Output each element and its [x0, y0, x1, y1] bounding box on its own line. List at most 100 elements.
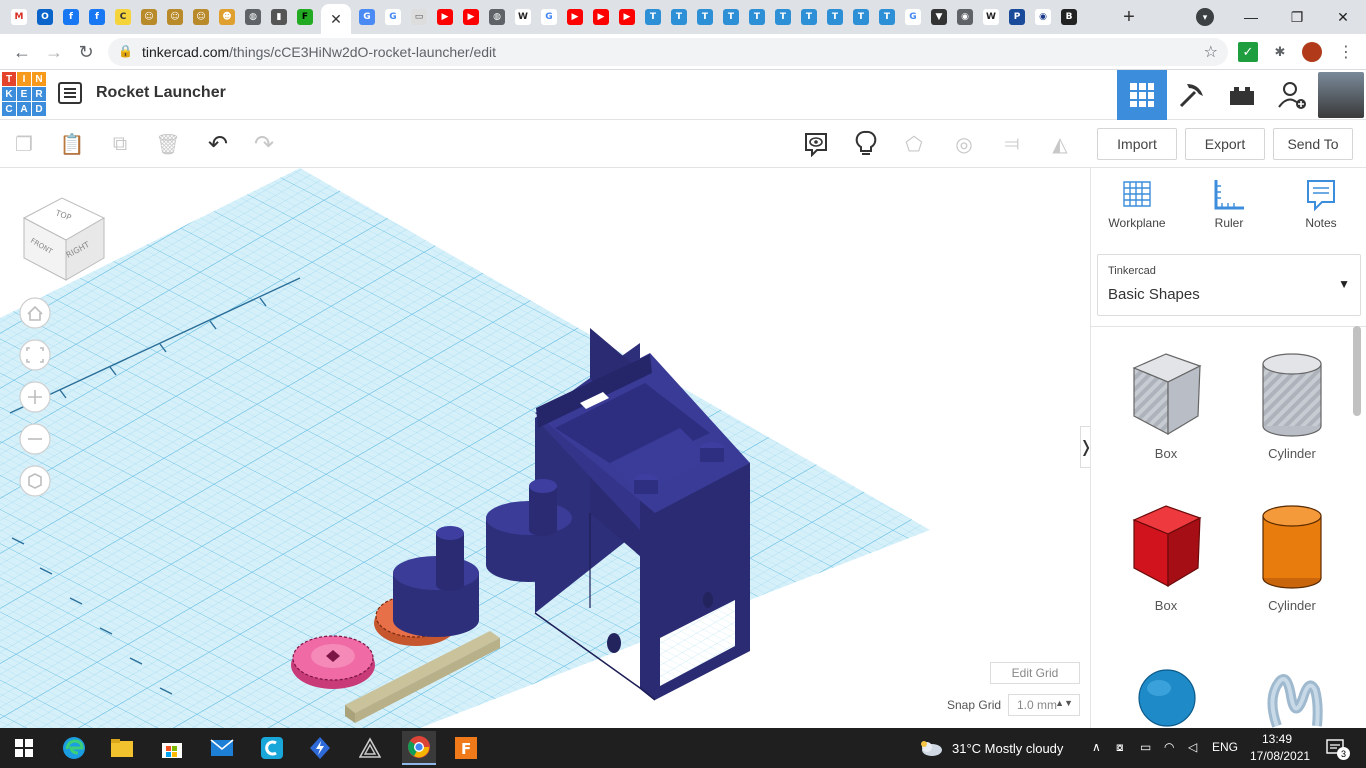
maximize-button[interactable]: ❐ [1274, 0, 1320, 34]
add-collaborator-button[interactable] [1267, 70, 1317, 120]
edit-grid-button[interactable]: Edit Grid [990, 662, 1080, 684]
shape-sphere-blue[interactable] [1111, 664, 1221, 728]
bookmark-star-icon[interactable]: ☆ [1204, 42, 1218, 62]
browser-tab[interactable]: ▶ [562, 7, 588, 27]
workplane-scene[interactable]: TOP FRONT RIGHT [0, 168, 1090, 728]
wifi-icon[interactable]: ◠ [1164, 740, 1174, 754]
browser-tab[interactable]: T [874, 7, 900, 27]
group-icon[interactable]: ⬠ [900, 130, 928, 158]
lock-icon[interactable]: 🔒 [118, 44, 133, 58]
home-view-button[interactable] [19, 297, 51, 329]
back-button[interactable]: ← [10, 40, 34, 64]
browser-tab[interactable]: G [380, 7, 406, 27]
meet-icon[interactable]: ⧇ [1116, 740, 1124, 755]
store-icon[interactable] [158, 734, 186, 762]
browser-tab[interactable]: ▶ [588, 7, 614, 27]
active-tab-close-button[interactable]: ✕ [321, 4, 351, 34]
chrome-menu-icon[interactable]: ⋮ [1336, 42, 1356, 62]
browser-tab[interactable]: T [692, 7, 718, 27]
browser-tab[interactable]: ▶ [458, 7, 484, 27]
browser-tab[interactable]: F [292, 7, 318, 27]
chevron-up-icon[interactable]: ∧ [1092, 740, 1101, 754]
battery-icon[interactable]: ▭ [1140, 740, 1151, 754]
delete-icon[interactable]: 🗑 [154, 130, 182, 158]
browser-tab[interactable]: G [354, 7, 380, 27]
align-icon[interactable]: ⫤ [998, 130, 1026, 158]
browser-tab[interactable]: W [510, 7, 536, 27]
browser-tab[interactable]: ▶ [614, 7, 640, 27]
browser-tab[interactable]: ▼ [926, 7, 952, 27]
close-window-button[interactable]: ✕ [1320, 0, 1366, 34]
chrome-taskbar-icon[interactable] [402, 731, 436, 765]
pink-gear[interactable] [291, 635, 375, 689]
browser-tab[interactable]: B [1056, 7, 1082, 27]
language-indicator[interactable]: ENG [1212, 740, 1238, 754]
puzzle-extensions-icon[interactable]: ✱ [1270, 42, 1290, 62]
lightbulb-icon[interactable] [852, 130, 880, 158]
browser-tab[interactable]: T [848, 7, 874, 27]
blocks-view-button[interactable] [1167, 70, 1217, 120]
plus-icon[interactable]: + [1123, 6, 1135, 29]
shape-box-red[interactable]: Box [1111, 502, 1221, 613]
browser-tab[interactable]: G [900, 7, 926, 27]
browser-tab[interactable]: ▭ [406, 7, 432, 27]
fit-view-button[interactable] [19, 339, 51, 371]
fusion-app-icon[interactable]: F [452, 734, 480, 762]
browser-tab[interactable]: ☺ [162, 7, 188, 27]
tinkercad-logo[interactable]: TIN KER CAD [2, 72, 46, 118]
browser-tab[interactable]: ◍ [240, 7, 266, 27]
new-tab-button[interactable]: + [1116, 5, 1142, 29]
url-text[interactable]: tinkercad.com/things/cCE3HiNw2dO-rocket-… [142, 44, 496, 60]
windows-start-icon[interactable] [10, 734, 38, 762]
export-button[interactable]: Export [1185, 128, 1265, 160]
notifications-icon[interactable]: 3 [1322, 734, 1350, 762]
browser-tab[interactable]: f [58, 7, 84, 27]
profile-avatar-icon[interactable] [1302, 42, 1322, 62]
browser-tab[interactable]: W [978, 7, 1004, 27]
ruler-tool[interactable]: Ruler [1189, 178, 1269, 230]
snap-grid-select[interactable]: 1.0 mm ▲▼ [1008, 694, 1080, 716]
browser-tab[interactable]: T [796, 7, 822, 27]
shape-library-dropdown[interactable]: Tinkercad Basic Shapes ▼ [1097, 254, 1361, 316]
browser-tab[interactable]: ☺ [136, 7, 162, 27]
volume-icon[interactable]: ◁ [1188, 740, 1197, 754]
browser-tab[interactable]: T [640, 7, 666, 27]
browser-tab[interactable]: T [666, 7, 692, 27]
browser-tab[interactable]: T [718, 7, 744, 27]
check-extension-icon[interactable]: ✓ [1238, 42, 1258, 62]
url-omnibox[interactable]: 🔒 tinkercad.com/things/cCE3HiNw2dO-rocke… [108, 38, 1228, 66]
weather-cloud-icon[interactable] [918, 734, 944, 762]
design-title[interactable]: Rocket Launcher [96, 84, 226, 102]
undo-icon[interactable]: ↶ [204, 130, 232, 158]
weather-text[interactable]: 31°C Mostly cloudy [952, 741, 1063, 756]
c-app-icon[interactable] [258, 734, 286, 762]
clock-time[interactable]: 13:49 [1262, 732, 1292, 746]
browser-tab[interactable]: ◉ [952, 7, 978, 27]
shape-scribble[interactable] [1237, 668, 1347, 728]
browser-tab[interactable]: ▮ [266, 7, 292, 27]
mirror-icon[interactable]: ◭ [1046, 130, 1074, 158]
workplane-tool[interactable]: Workplane [1097, 178, 1177, 230]
copy-icon[interactable]: ❐ [10, 130, 38, 158]
browser-tab[interactable]: T [744, 7, 770, 27]
shape-cylinder-gray[interactable]: Cylinder [1237, 350, 1347, 461]
3d-viewport[interactable]: TOP FRONT RIGHT Edit Grid Snap Grid 1.0 … [0, 168, 1090, 728]
minimize-button[interactable]: — [1228, 0, 1274, 34]
shape-cylinder-orange[interactable]: Cylinder [1237, 502, 1347, 613]
user-avatar[interactable] [1318, 72, 1364, 118]
shape-box-gray[interactable]: Box [1111, 350, 1221, 461]
show-notes-icon[interactable] [802, 130, 830, 158]
reload-button[interactable]: ↻ [74, 40, 98, 64]
file-explorer-icon[interactable] [108, 734, 136, 762]
browser-tab[interactable]: P [1004, 7, 1030, 27]
browser-tab[interactable]: T [822, 7, 848, 27]
browser-tab[interactable]: C [110, 7, 136, 27]
view-cube[interactable]: TOP FRONT RIGHT [22, 197, 106, 281]
tab-search-button[interactable]: ▾ [1196, 8, 1214, 26]
clock-date[interactable]: 17/08/2021 [1250, 749, 1310, 763]
duplicate-icon[interactable]: ⧉ [106, 130, 134, 158]
panel-scrollbar[interactable] [1353, 326, 1361, 416]
close-icon[interactable]: ✕ [330, 11, 342, 28]
browser-tab[interactable]: T [770, 7, 796, 27]
browser-tab[interactable]: ☻ [214, 7, 240, 27]
